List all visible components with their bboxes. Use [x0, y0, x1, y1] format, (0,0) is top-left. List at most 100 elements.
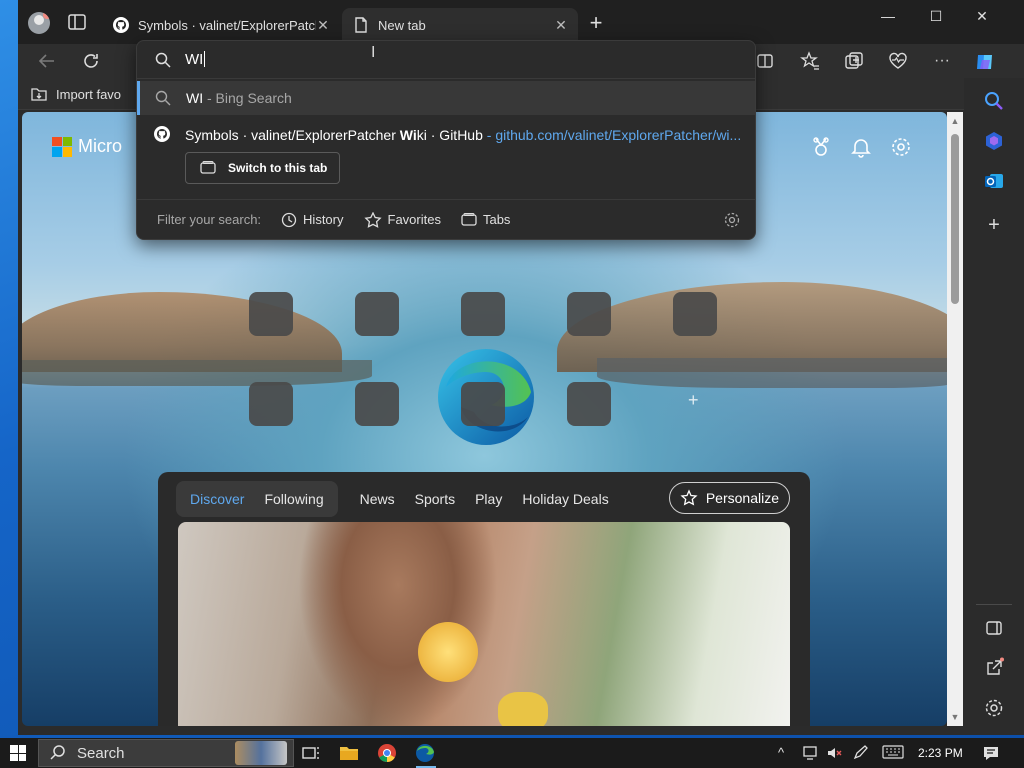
quick-link-tile[interactable] [567, 292, 611, 336]
feed-tab-following[interactable]: Following [254, 491, 333, 507]
switch-tab-icon [200, 161, 216, 174]
taskbar-search-box[interactable]: Search [38, 739, 294, 767]
tab-actions-icon[interactable] [68, 14, 86, 30]
quick-link-tile[interactable] [461, 292, 505, 336]
suggestion-title: Symbols · valinet/ExplorerPatcher Wiki ·… [185, 127, 745, 143]
profile-avatar[interactable] [28, 12, 50, 34]
feed-tab-news[interactable]: News [350, 491, 405, 507]
rewards-icon[interactable] [810, 136, 832, 158]
address-bar[interactable]: WI I [137, 41, 755, 79]
close-tab-icon[interactable]: ✕ [316, 18, 330, 32]
taskbar-clock[interactable]: 2:23 PM [918, 746, 963, 760]
address-bar-text: WI [185, 51, 206, 68]
history-icon [281, 212, 297, 227]
scroll-up-icon[interactable]: ▲ [950, 116, 960, 126]
filter-favorites[interactable]: Favorites [363, 211, 441, 228]
title-match: Wi [399, 127, 417, 143]
close-tab-icon[interactable]: ✕ [554, 18, 568, 32]
text-cursor-icon: I [371, 44, 376, 61]
new-tab-icon[interactable]: + [586, 12, 606, 34]
add-sidebar-app-icon[interactable]: + [983, 214, 1005, 236]
suggestion-url: - github.com/valinet/ExplorerPatcher/wi.… [482, 127, 742, 143]
tabs-label: Tabs [482, 212, 511, 227]
feed-tab-discover[interactable]: Discover [180, 491, 254, 507]
import-favorites-link[interactable]: Import favo [30, 86, 121, 102]
import-favorites-label: Import favo [56, 86, 122, 102]
quick-link-tile[interactable] [673, 292, 717, 336]
split-screen-icon[interactable] [754, 50, 776, 72]
chrome-icon[interactable] [376, 742, 400, 764]
brand-text: Micro [78, 136, 122, 156]
quick-link-tile[interactable] [249, 382, 293, 426]
search-icon [155, 52, 171, 71]
add-shortcut-icon[interactable]: + [688, 390, 699, 411]
quick-link-tile[interactable] [567, 382, 611, 426]
feed-tab-holiday-deals[interactable]: Holiday Deals [512, 491, 618, 507]
maximize-icon[interactable]: ☐ [914, 8, 958, 28]
suggestion-text: WI - Bing Search [186, 90, 292, 106]
copilot-sidebar-icon[interactable] [983, 130, 1005, 152]
feed-tab-play[interactable]: Play [465, 491, 512, 507]
page-scrollbar[interactable]: ▲ ▼ [947, 112, 963, 726]
show-hidden-icons[interactable]: ^ [778, 745, 784, 760]
sidebar-divider [976, 604, 1012, 605]
close-window-icon[interactable]: ✕ [960, 8, 1004, 28]
search-icon [50, 745, 65, 760]
quick-link-tile[interactable] [355, 382, 399, 426]
search-settings-icon[interactable] [723, 211, 741, 232]
tab-new-tab[interactable]: New tab ✕ [342, 8, 578, 42]
edge-taskbar-icon[interactable] [414, 742, 438, 768]
volume-muted-icon[interactable] [826, 745, 844, 764]
windows-start-icon[interactable] [10, 745, 26, 761]
quick-link-tile[interactable] [355, 292, 399, 336]
microsoft-logo[interactable]: Micro [52, 136, 122, 157]
scrollbar-thumb[interactable] [951, 134, 959, 304]
switch-to-tab-button[interactable]: Switch to this tab [185, 152, 340, 184]
feed-tab-sports[interactable]: Sports [405, 491, 465, 507]
title-part: Symbols · valinet/ExplorerPatcher [185, 127, 400, 143]
star-icon [363, 211, 382, 228]
external-link-icon[interactable] [983, 657, 1005, 679]
background-shore [22, 360, 372, 386]
settings-icon[interactable] [890, 136, 912, 158]
hide-sidebar-icon[interactable] [983, 617, 1005, 639]
feed-tabs: Discover Following News Sports Play Holi… [176, 480, 619, 518]
scroll-down-icon[interactable]: ▼ [950, 712, 960, 722]
personalize-button[interactable]: Personalize [668, 482, 790, 514]
filter-history[interactable]: History [281, 212, 344, 228]
notifications-center-icon[interactable] [982, 745, 1000, 764]
browser-window: Symbols · valinet/ExplorerPatcher ✕ New … [18, 0, 1024, 735]
browser-essentials-icon[interactable] [887, 50, 909, 72]
notifications-icon[interactable] [850, 136, 872, 158]
keyboard-icon[interactable] [882, 745, 904, 762]
quick-link-tile[interactable] [249, 292, 293, 336]
filter-tabs[interactable]: Tabs [461, 212, 510, 227]
minimize-icon[interactable]: — [866, 8, 910, 28]
refresh-icon[interactable] [80, 50, 102, 72]
image-sponge [498, 692, 548, 726]
more-menu-icon[interactable]: ··· [931, 50, 953, 72]
import-icon [31, 88, 47, 101]
sidebar-settings-icon[interactable] [983, 697, 1005, 719]
personalize-label: Personalize [705, 490, 779, 506]
copilot-icon[interactable] [973, 50, 995, 72]
suggestion-open-tab[interactable]: Symbols · valinet/ExplorerPatcher Wiki ·… [137, 117, 755, 191]
feed-article-image[interactable] [178, 522, 790, 726]
file-explorer-icon[interactable] [338, 742, 362, 764]
suggestion-bing-search[interactable]: WI - Bing Search [137, 81, 755, 115]
network-icon[interactable] [802, 745, 820, 764]
task-view-icon[interactable] [300, 742, 324, 764]
search-icon[interactable] [983, 90, 1005, 112]
collections-icon[interactable] [843, 50, 865, 72]
feed-pill-group: Discover Following [176, 481, 338, 517]
outlook-icon[interactable] [983, 170, 1005, 192]
back-icon[interactable] [36, 50, 58, 72]
favorites-icon[interactable] [799, 50, 821, 72]
news-feed: Discover Following News Sports Play Holi… [158, 472, 810, 726]
pen-icon[interactable] [852, 745, 870, 764]
tabs-icon [461, 212, 477, 226]
edge-sidebar: + [964, 78, 1024, 735]
taskbar-search-label: Search [77, 744, 125, 762]
quick-link-tile[interactable] [461, 382, 505, 426]
tab-explorerpatcher[interactable]: Symbols · valinet/ExplorerPatcher ✕ [102, 8, 340, 42]
